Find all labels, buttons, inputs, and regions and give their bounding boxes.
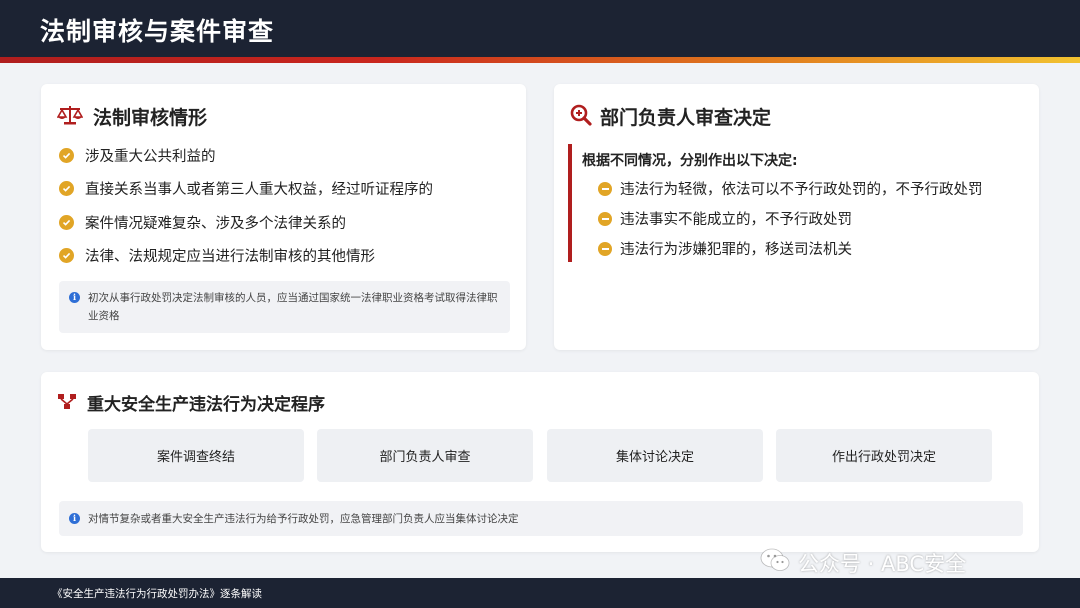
- procedure-step: 作出行政处罚决定: [776, 429, 992, 482]
- procedure-step: 案件调查终结: [88, 429, 304, 482]
- minus-circle-icon: [598, 181, 612, 196]
- list-item: 涉及重大公共利益的: [59, 145, 216, 166]
- footer-bar: 《安全生产违法行为行政处罚办法》逐条解读: [0, 578, 1080, 608]
- note-text: 对情节复杂或者重大安全生产违法行为给予行政处罚，应急管理部门负责人应当集体讨论决…: [88, 512, 519, 525]
- list-item: 法律、法规规定应当进行法制审核的其他情形: [59, 245, 375, 266]
- list-item: 案件情况疑难复杂、涉及多个法律关系的: [59, 212, 346, 233]
- list-item: 违法事实不能成立的，不予行政处罚: [598, 208, 852, 229]
- procedure-title: 重大安全生产违法行为决定程序: [87, 395, 325, 415]
- procedure-step: 部门负责人审查: [317, 429, 533, 482]
- list-item-text: 法律、法规规定应当进行法制审核的其他情形: [85, 249, 375, 265]
- check-circle-icon: [59, 248, 74, 263]
- footer-text: 《安全生产违法行为行政处罚办法》逐条解读: [52, 588, 262, 600]
- search-magnifier-icon: [570, 104, 592, 130]
- list-item-text: 违法行为轻微，依法可以不予行政处罚的，不予行政处罚: [620, 182, 983, 198]
- list-item-text: 涉及重大公共利益的: [85, 149, 216, 165]
- minus-circle-icon: [598, 241, 612, 256]
- check-circle-icon: [59, 181, 74, 196]
- list-item-text: 违法行为涉嫌犯罪的，移送司法机关: [620, 242, 852, 258]
- note-text: 初次从事行政处罚决定法制审核的人员，应当通过国家统一法律职业资格考试取得法律职业…: [88, 292, 498, 322]
- list-item: 直接关系当事人或者第三人重大权益，经过听证程序的: [59, 178, 433, 199]
- dept-review-title: 部门负责人审查决定: [600, 107, 772, 129]
- minus-circle-icon: [598, 211, 612, 226]
- dept-review-card: 部门负责人审查决定 根据不同情况，分别作出以下决定: 违法行为轻微，依法可以不予…: [554, 84, 1039, 350]
- check-circle-icon: [59, 215, 74, 230]
- list-item: 违法行为轻微，依法可以不予行政处罚的，不予行政处罚: [598, 178, 983, 199]
- page-title: 法制审核与案件审查: [40, 17, 275, 46]
- decision-accent-bar: [568, 144, 572, 262]
- watermark: 公众号 · ABC安全: [760, 547, 966, 578]
- list-item: 违法行为涉嫌犯罪的，移送司法机关: [598, 238, 852, 259]
- accent-gradient-bar: [0, 57, 1080, 63]
- sitemap-icon: [57, 392, 77, 414]
- balance-scale-icon: [56, 104, 84, 130]
- procedure-card: 重大安全生产违法行为决定程序 案件调查终结 部门负责人审查 集体讨论决定 作出行…: [41, 372, 1039, 552]
- info-circle-icon: i: [69, 513, 80, 524]
- list-item-text: 违法事实不能成立的，不予行政处罚: [620, 212, 852, 228]
- legal-review-note: i 初次从事行政处罚决定法制审核的人员，应当通过国家统一法律职业资格考试取得法律…: [59, 281, 510, 333]
- procedure-step: 集体讨论决定: [547, 429, 763, 482]
- watermark-text: 公众号 · ABC安全: [798, 551, 967, 576]
- procedure-note: i 对情节复杂或者重大安全生产违法行为给予行政处罚，应急管理部门负责人应当集体讨…: [59, 501, 1023, 536]
- list-item-text: 直接关系当事人或者第三人重大权益，经过听证程序的: [85, 182, 433, 198]
- check-circle-icon: [59, 148, 74, 163]
- legal-review-title: 法制审核情形: [93, 107, 208, 129]
- list-item-text: 案件情况疑难复杂、涉及多个法律关系的: [85, 216, 346, 232]
- info-circle-icon: i: [69, 292, 80, 303]
- decision-heading: 根据不同情况，分别作出以下决定:: [582, 153, 798, 169]
- wechat-icon: [760, 547, 790, 578]
- header-bar: 法制审核与案件审查: [0, 0, 1080, 57]
- legal-review-card: 法制审核情形 涉及重大公共利益的 直接关系当事人或者第三人重大权益，经过听证程序…: [41, 84, 526, 350]
